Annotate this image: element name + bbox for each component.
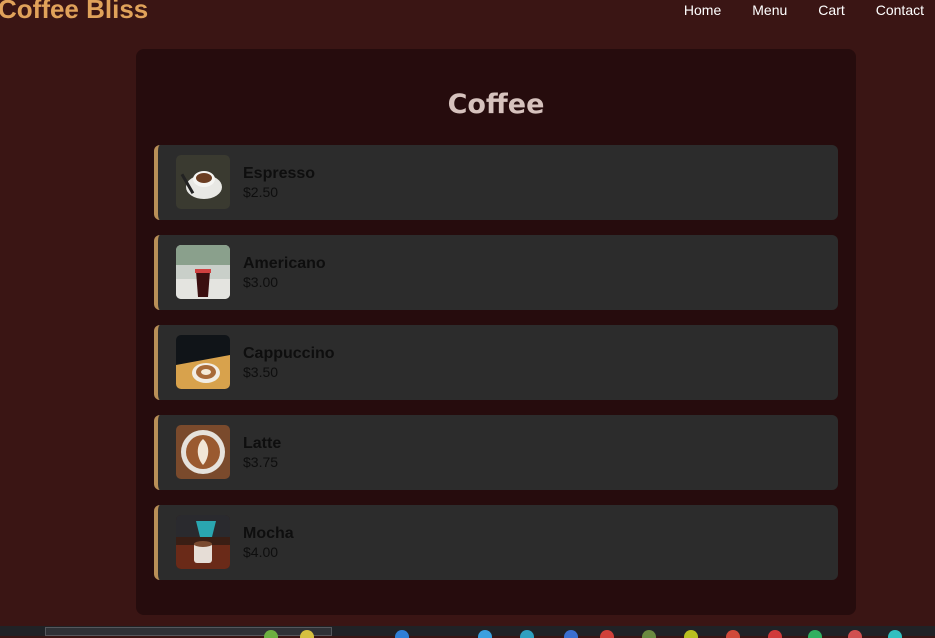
taskbar-app-icon[interactable] [848,630,862,638]
site-header: Coffee Bliss Home Menu Cart Contact [0,0,935,24]
taskbar-app-icon[interactable] [564,630,578,638]
espresso-thumbnail [176,155,230,209]
nav-link-menu[interactable]: Menu [752,2,787,18]
americano-thumbnail [176,245,230,299]
taskbar-widget-icon[interactable] [264,630,278,638]
menu-item-espresso[interactable]: Espresso $2.50 [154,145,838,220]
item-price: $4.00 [243,544,279,560]
item-name: Americano [243,255,326,272]
taskbar-widget-icon[interactable] [300,630,314,638]
taskbar-app-icon[interactable] [395,630,409,638]
taskbar-app-icon[interactable] [888,630,902,638]
taskbar-app-icon[interactable] [684,630,698,638]
item-price: $3.50 [243,364,279,380]
item-price: $3.00 [243,274,279,290]
item-name: Latte [243,435,282,452]
taskbar-app-icon[interactable] [520,630,534,638]
os-taskbar [0,626,935,638]
nav-link-home[interactable]: Home [684,2,721,18]
menu-category-title: Coffee [447,89,545,120]
taskbar-app-icon[interactable] [768,630,782,638]
site-logo[interactable]: Coffee Bliss [0,0,148,24]
item-name: Cappuccino [243,345,335,362]
taskbar-app-icon[interactable] [808,630,822,638]
nav-link-contact[interactable]: Contact [876,2,924,18]
item-price: $2.50 [243,184,279,200]
menu-item-cappuccino[interactable]: Cappuccino $3.50 [154,325,838,400]
taskbar-search-box[interactable] [45,627,332,636]
menu-item-mocha[interactable]: Mocha $4.00 [154,505,838,580]
latte-thumbnail [176,425,230,479]
item-name: Mocha [243,525,294,542]
main-nav: Home Menu Cart Contact [653,2,935,18]
cappuccino-thumbnail [176,335,230,389]
item-name: Espresso [243,165,316,182]
mocha-thumbnail [176,515,230,569]
nav-link-cart[interactable]: Cart [818,2,844,18]
menu-item-latte[interactable]: Latte $3.75 [154,415,838,490]
taskbar-app-icon[interactable] [726,630,740,638]
taskbar-app-icon[interactable] [600,630,614,638]
menu-panel: Coffee Espresso $2.50 Americano $3.00 Ca… [136,49,856,615]
taskbar-app-icon[interactable] [478,630,492,638]
taskbar-app-icon[interactable] [642,630,656,638]
item-price: $3.75 [243,454,279,470]
menu-item-americano[interactable]: Americano $3.00 [154,235,838,310]
